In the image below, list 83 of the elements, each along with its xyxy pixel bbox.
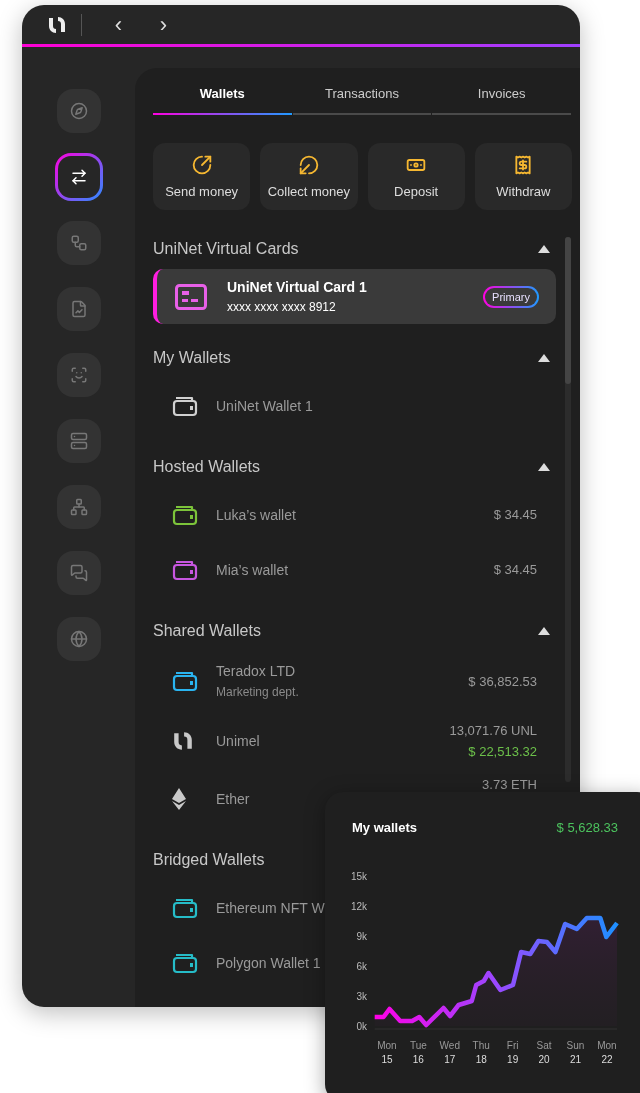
x-tick-label: 15: [381, 1054, 393, 1065]
tab[interactable]: Transactions: [292, 80, 432, 115]
weekday-label: Sat: [536, 1040, 552, 1051]
section-title: UniNet Virtual Cards: [153, 240, 299, 258]
chat-icon: [69, 564, 88, 582]
wallet-name[interactable]: Ethereum NFT W: [216, 899, 325, 916]
arrow-down-left-icon: [298, 154, 319, 175]
summary-title: My wallets: [352, 820, 418, 835]
collapse-triangle-icon[interactable]: [538, 354, 550, 362]
sidebar-button[interactable]: [56, 221, 101, 265]
sidebar-button[interactable]: [56, 485, 101, 529]
wallet-name[interactable]: Polygon Wallet 1: [216, 954, 321, 971]
section-title: Bridged Wallets: [153, 851, 265, 869]
y-tick-label: 3k: [356, 991, 367, 1002]
arrow-up-right-icon: [191, 154, 212, 175]
x-tick-label: 20: [538, 1054, 550, 1065]
primary-badge: Primary: [483, 285, 539, 308]
swap-arrows-icon: [69, 168, 88, 186]
x-tick-label: 18: [475, 1054, 487, 1065]
y-tick-label: 15k: [350, 871, 367, 882]
sidebar-button[interactable]: [56, 617, 101, 661]
wallet-name[interactable]: Teradox LTD: [216, 663, 296, 679]
weekday-label: Mon: [377, 1040, 397, 1051]
collapse-triangle-icon[interactable]: [538, 463, 550, 471]
collapse-triangle-icon[interactable]: [538, 627, 550, 635]
fiat-amount: $ 22,513.32: [468, 744, 537, 759]
forward-button[interactable]: ›: [141, 11, 186, 38]
weekday-label: Thu: [472, 1040, 490, 1051]
y-tick-label: 0k: [356, 1021, 367, 1032]
weekday-label: Sun: [566, 1040, 585, 1051]
weekday-label: Mon: [597, 1040, 617, 1051]
card-name: UniNet Virtual Card 1: [227, 279, 368, 295]
wallet-amount: 3.73 ETH: [482, 777, 537, 792]
summary-total: $ 5,628.33: [556, 820, 618, 835]
globe-icon: [69, 630, 88, 648]
sidebar-button[interactable]: [56, 89, 101, 133]
card-number: xxxx xxxx xxxx 8912: [227, 300, 337, 314]
x-tick-label: 19: [507, 1054, 519, 1065]
x-tick-label: 16: [412, 1054, 424, 1065]
sidebar-button[interactable]: [56, 551, 101, 595]
x-tick-label: 17: [444, 1054, 456, 1065]
receipt-icon: [513, 154, 534, 175]
y-tick-label: 9k: [356, 931, 367, 942]
face-scan-icon: [69, 366, 88, 384]
tab[interactable]: Wallets: [153, 80, 292, 115]
virtual-card-row[interactable]: UniNet Virtual Card 1 xxxx xxxx xxxx 8912 Primary: [153, 269, 556, 324]
app-logo[interactable]: [47, 14, 67, 35]
wallet-name[interactable]: Luka’s wallet: [216, 506, 296, 523]
wallet-subtitle: Marketing dept.: [216, 685, 299, 699]
wallet-amount: $ 34.45: [493, 562, 537, 577]
x-tick-label: 21: [569, 1054, 582, 1065]
wallet-name[interactable]: Ether: [216, 790, 250, 807]
back-button[interactable]: ‹: [96, 11, 141, 38]
scrollbar[interactable]: [565, 237, 571, 782]
wallet-amount: 13,071.76 UNL: [449, 723, 537, 738]
sidebar-button[interactable]: [56, 419, 101, 463]
action-button[interactable]: Send money: [153, 143, 251, 210]
wallet-amount: $ 34.45: [493, 507, 537, 522]
collapse-triangle-icon[interactable]: [538, 245, 550, 253]
y-tick-label: 6k: [356, 961, 367, 972]
sidebar-button[interactable]: [56, 287, 101, 331]
chart-document-icon: [69, 300, 88, 318]
weekday-label: Fri: [506, 1040, 519, 1051]
card-icon: [175, 283, 207, 310]
weekday-label: Wed: [439, 1040, 460, 1051]
action-button[interactable]: Withdraw: [474, 143, 572, 210]
wallet-name[interactable]: UniNet Wallet 1: [216, 397, 313, 414]
server-icon: [69, 432, 88, 450]
x-tick-label: 22: [601, 1054, 613, 1065]
y-tick-label: 12k: [350, 901, 367, 912]
wallet-name[interactable]: Unimel: [216, 733, 260, 749]
section-title: Hosted Wallets: [153, 458, 260, 476]
action-button[interactable]: Deposit: [367, 143, 465, 210]
wallet-amount: $ 36,852.53: [468, 673, 537, 689]
compass-icon: [69, 102, 88, 120]
wallet-name[interactable]: Mia’s wallet: [216, 561, 289, 578]
weekday-label: Tue: [409, 1040, 427, 1051]
section-title: Shared Wallets: [153, 622, 261, 640]
network-icon: [69, 498, 88, 516]
nodes-icon: [69, 234, 88, 252]
tab[interactable]: Invoices: [432, 80, 571, 115]
section-title: My Wallets: [153, 349, 231, 367]
action-button[interactable]: Collect money: [260, 143, 358, 210]
